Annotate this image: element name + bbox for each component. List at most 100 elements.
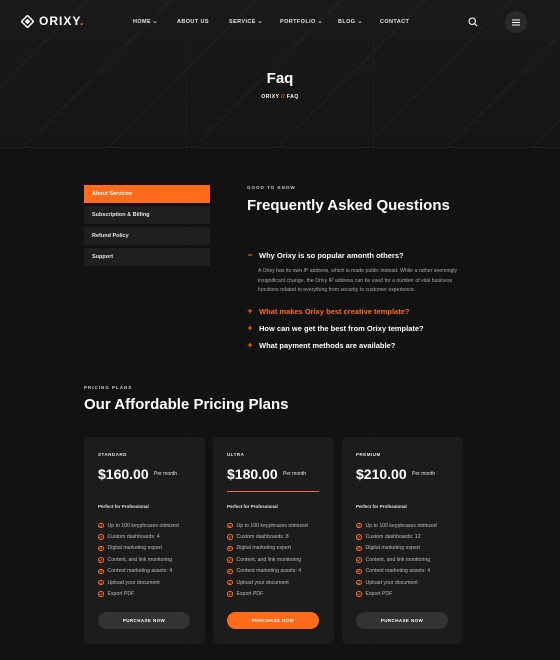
purchase-button[interactable]: PURCHASE NOW	[356, 612, 448, 629]
breadcrumb-separator: //	[281, 94, 285, 100]
breadcrumb-home[interactable]: ORIXY	[261, 94, 279, 100]
chevron-down-icon	[318, 21, 322, 24]
faq-eyebrow: GOOD TO KNOW	[247, 185, 296, 190]
sidebar-item-about-services[interactable]: About Services	[84, 185, 210, 203]
plan-subtitle: Perfect for Professional	[356, 504, 407, 509]
feature-list: Up to 100 keyphrases otimized Custom das…	[227, 520, 308, 600]
feature-item: Content, and link monitoring	[227, 554, 308, 565]
check-circle-icon	[356, 557, 362, 563]
faq-question-text: What makes Orixy best creative template?	[259, 306, 410, 316]
plus-icon: +	[247, 340, 253, 350]
feature-item: Export PDF	[227, 588, 308, 599]
check-circle-icon	[227, 568, 233, 574]
hamburger-icon	[512, 19, 520, 25]
check-circle-icon	[98, 591, 104, 597]
check-circle-icon	[227, 545, 233, 552]
check-circle-icon	[356, 568, 362, 574]
feature-text: Upload your document	[236, 579, 289, 586]
check-circle-icon	[98, 557, 104, 563]
feature-item: Up to 100 keyphrases otimized	[98, 520, 179, 531]
feature-item: Export PDF	[98, 588, 179, 599]
nav-item-portfolio[interactable]: PORTFOLIO	[280, 19, 322, 25]
check-circle-icon	[356, 591, 362, 597]
faq-question-text: What payment methods are available?	[259, 340, 396, 350]
feature-text: Up to 100 keyphrases otimized	[107, 522, 179, 529]
breadcrumb: ORIXY // FAQ	[0, 94, 560, 100]
faq-question-2[interactable]: + What makes Orixy best creative templat…	[247, 306, 409, 316]
feature-item: Digital marketing expert	[227, 543, 308, 554]
feature-text: Export PDF	[365, 591, 393, 598]
nav-item-label: CONTACT	[380, 19, 410, 25]
feature-item: Digital marketing expert	[98, 543, 179, 554]
sidebar-item-subscription-billing[interactable]: Subscription & Billing	[84, 206, 210, 224]
plan-period: Per month	[283, 471, 307, 477]
feature-text: Content marketing assets: 4	[365, 568, 431, 575]
plan-period: Per month	[154, 471, 178, 477]
check-circle-icon	[227, 522, 233, 529]
chevron-down-icon	[258, 21, 262, 24]
feature-item: Up to 100 keyphrases otimized	[227, 520, 308, 531]
minus-icon: −	[247, 250, 253, 260]
plan-price: $160.00	[98, 466, 149, 482]
plan-name: PREMIUM	[356, 452, 381, 457]
faq-question-1[interactable]: − Why Orixy is so popular amonth others?	[247, 250, 403, 260]
feature-text: Custom dashboards: 4	[107, 534, 160, 541]
nav-item-contact[interactable]: CONTACT	[380, 19, 409, 25]
check-circle-icon	[227, 534, 233, 540]
sidebar-item-support[interactable]: Support	[84, 248, 210, 266]
feature-item: Upload your document	[227, 577, 308, 588]
feature-text: Upload your document	[107, 579, 160, 586]
feature-item: Content marketing assets: 4	[227, 566, 308, 577]
faq-question-4[interactable]: + What payment methods are available?	[247, 340, 395, 350]
feature-item: Content marketing assets: 4	[98, 566, 179, 577]
check-circle-icon	[98, 522, 104, 529]
feature-text: Upload your document	[365, 579, 418, 586]
check-circle-icon	[227, 591, 233, 597]
feature-text: Up to 100 keyphrases otimized	[365, 522, 437, 529]
page-title: Faq	[266, 70, 294, 87]
feature-item: Custom dashboards: 8	[227, 531, 308, 542]
check-circle-icon	[356, 522, 362, 529]
feature-text: Content marketing assets: 4	[107, 568, 173, 575]
search-icon[interactable]	[468, 17, 478, 27]
check-circle-icon	[227, 579, 233, 586]
feature-text: Digital marketing expert	[236, 545, 292, 552]
nav-item-about[interactable]: ABOUT US	[177, 19, 209, 25]
feature-text: Content marketing assets: 4	[236, 568, 302, 575]
feature-item: Content marketing assets: 4	[356, 566, 437, 577]
plus-icon: +	[247, 323, 253, 333]
check-circle-icon	[356, 534, 362, 540]
feature-item: Custom dashboards: 4	[98, 531, 179, 542]
pricing-card-premium: PREMIUM $210.00 Per month Perfect for Pr…	[342, 437, 463, 644]
pricing-title: Our Affordable Pricing Plans	[84, 396, 289, 413]
faq-question-3[interactable]: + How can we get the best from Orixy tem…	[247, 323, 424, 333]
plan-period: Per month	[412, 471, 436, 477]
check-circle-icon	[98, 545, 104, 552]
nav-item-blog[interactable]: BLOG	[338, 19, 362, 25]
faq-answer-1: A Orixy has its own IP address, which is…	[258, 268, 458, 293]
menu-button[interactable]	[505, 11, 527, 33]
feature-item: Up to 100 keyphrases otimized	[356, 520, 437, 531]
plan-name: STANDARD	[98, 452, 127, 457]
purchase-button[interactable]: PURCHASE NOW	[227, 612, 319, 629]
feature-text: Up to 100 keyphrases otimized	[236, 522, 308, 529]
feature-text: Custom dashboards: 12	[365, 534, 421, 541]
plan-name: ULTRA	[227, 452, 245, 457]
purchase-button[interactable]: PURCHASE NOW	[98, 612, 190, 629]
feature-list: Up to 100 keyphrases otimized Custom das…	[356, 520, 437, 600]
faq-heading: Frequently Asked Questions	[247, 197, 450, 214]
feature-text: Custom dashboards: 8	[236, 534, 289, 541]
plan-subtitle: Perfect for Professional	[98, 504, 149, 509]
feature-text: Content, and link monitoring	[365, 556, 431, 563]
pricing-card-standard: STANDARD $160.00 Per month Perfect for P…	[84, 437, 205, 644]
faq-question-text: How can we get the best from Orixy templ…	[259, 323, 424, 333]
sidebar-item-refund-policy[interactable]: Refund Policy	[84, 227, 210, 245]
nav-item-service[interactable]: SERVICE	[229, 19, 262, 25]
check-circle-icon	[98, 579, 104, 586]
feature-text: Digital marketing expert	[365, 545, 421, 552]
feature-text: Export PDF	[107, 591, 135, 598]
check-circle-icon	[356, 579, 362, 586]
feature-item: Upload your document	[98, 577, 179, 588]
feature-item: Digital marketing expert	[356, 543, 437, 554]
nav-item-home[interactable]: HOME	[133, 19, 157, 25]
